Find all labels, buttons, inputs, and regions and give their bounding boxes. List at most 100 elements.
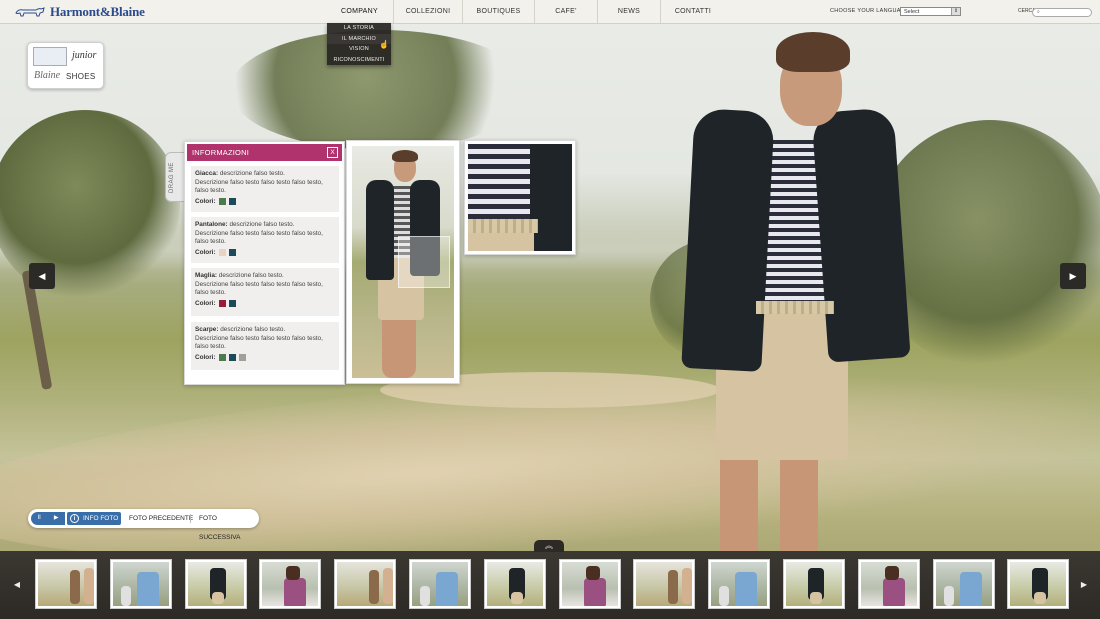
info-panel: INFORMAZIONI X Giacca: descrizione falso… [184,141,345,385]
thumbnail-couple[interactable] [633,559,696,609]
item-short-desc: descrizione falso testo. [219,170,285,177]
thumbnail-couple[interactable] [334,559,397,609]
detail-shorts [468,233,534,251]
thumbnail-man-jacket[interactable] [184,559,247,609]
language-label: CHOOSE YOUR LANGUAGE [830,8,910,14]
info-item-scarpe: Scarpe: descrizione falso testo. Descriz… [191,322,339,370]
thumbnail-figure [510,592,523,604]
item-long-desc: Descrizione falso testo falso testo fals… [195,230,323,245]
drag-handle[interactable]: DRAG ME [165,152,186,202]
strip-right-arrow[interactable]: ▶ [1077,575,1091,595]
zoom-full-photo [352,146,454,378]
play-icon[interactable]: ▶ [54,512,59,525]
zoom-full-image[interactable] [346,140,460,384]
brand-logo[interactable]: Harmont&Blaine [14,3,145,20]
search-input[interactable]: ⌕ [1032,8,1092,17]
thumbnail-figure [719,586,730,606]
thumbnail-man-blue[interactable] [932,559,995,609]
nav-company[interactable]: COMPANY [326,0,394,23]
item-short-desc: descrizione falso testo. [218,272,284,279]
thumbnail-figure [959,572,982,606]
thumbnail-man-jacket[interactable] [783,559,845,609]
thumbnail-man-blue[interactable] [409,559,471,609]
colors-label: Colori: [195,354,216,361]
color-swatch[interactable] [238,354,246,361]
menu-la-storia[interactable]: LA STORIA [327,23,391,34]
color-swatch[interactable] [228,354,236,361]
thumbnail-woman-pink[interactable] [558,559,621,609]
thumbnail-figure [369,570,380,604]
thumbnail-man-jacket[interactable] [483,559,546,609]
thumbnail-figure [383,568,394,604]
drag-label: DRAG ME [169,162,175,193]
info-foto-button[interactable]: i INFO FOTO [67,512,121,525]
thumbnail-figure [735,572,758,606]
thumbnail-figure [585,566,600,580]
color-swatch[interactable] [218,249,226,256]
info-item-maglia: Maglia: descrizione falso testo. Descriz… [191,268,339,316]
next-photo-link[interactable]: FOTO SUCCESSIVA [199,509,259,547]
close-button[interactable]: X [327,147,338,158]
thumbnail-figure [286,566,301,580]
filmstrip-toggle[interactable]: ︽ [534,540,564,552]
thumbnail-photo [860,562,917,606]
color-swatch[interactable] [218,354,226,361]
thumbnail-figure [682,568,693,604]
detail-jacket [530,144,572,251]
thumbnail-figure [211,592,224,604]
company-dropdown: LA STORIA IL MARCHIO VISION RICONOSCIMEN… [327,23,391,65]
thumbnail-photo [561,562,618,606]
nav-boutiques[interactable]: BOUTIQUES [463,0,535,23]
prev-photo-arrow[interactable]: ◀ [29,263,55,289]
thumbnail-figure [136,572,159,606]
menu-riconoscimenti[interactable]: RICONOSCIMENTI [327,55,391,66]
thumbnail-man-blue[interactable] [708,559,771,609]
shoes-label: SHOES [66,72,96,81]
model-hair [776,32,850,72]
colors-label: Colori: [195,198,216,205]
next-photo-arrow[interactable]: ▶ [1060,263,1086,289]
thumbnail-man-blue[interactable] [109,559,172,609]
pause-icon[interactable]: II [38,512,41,525]
item-long-desc: Descrizione falso testo falso testo fals… [195,179,323,194]
item-name: Pantalone: [195,221,228,228]
select-arrow-icon: ⇕ [951,8,960,15]
play-pause-control[interactable]: II ▶ [31,512,65,525]
nav-news[interactable]: NEWS [598,0,661,23]
brand-name: Harmont&Blaine [50,3,145,19]
strip-left-arrow[interactable]: ◀ [10,575,24,595]
thumbnail-man-jacket[interactable] [1007,559,1070,609]
color-swatch[interactable] [218,198,226,205]
script-logo: Blaine [34,70,61,81]
color-swatch[interactable] [218,300,226,307]
dachshund-badge-icon [33,47,67,66]
thumbnail-photo [711,562,768,606]
model-belt [756,301,834,314]
prev-photo-link[interactable]: FOTO PRECEDENTE [129,509,193,528]
info-foto-label: INFO FOTO [83,515,119,522]
top-bar: Harmont&Blaine COMPANY COLLEZIONI BOUTIQ… [0,0,1100,24]
info-title: INFORMAZIONI [192,148,249,157]
nav-contatti[interactable]: CONTATTI [661,0,725,23]
thumbnail-figure [884,566,899,580]
dachshund-logo-icon [15,6,45,16]
zoom-lens[interactable] [398,236,450,288]
detail-shirt [468,144,536,222]
color-swatch[interactable] [228,198,236,205]
nav-collezioni[interactable]: COLLEZIONI [394,0,463,23]
colors-label: Colori: [195,249,216,256]
item-colors: Colori: [195,300,335,307]
sub-brand-badge[interactable]: junior Blaine SHOES [27,42,104,89]
controls-divider [190,514,191,523]
thumbnail-woman-pink[interactable] [857,559,920,609]
nav-cafe[interactable]: CAFE' [535,0,598,23]
thumbnail-photo [486,562,543,606]
thumbnail-couple[interactable] [35,559,97,609]
language-select[interactable]: Select ⇕ [900,7,961,16]
info-item-giacca: Giacca: descrizione falso testo. Descriz… [191,166,339,212]
color-swatch[interactable] [228,300,236,307]
info-header: INFORMAZIONI X [187,144,342,161]
thumbnail-figure [943,586,954,606]
thumbnail-woman-pink[interactable] [259,559,322,609]
color-swatch[interactable] [228,249,236,256]
